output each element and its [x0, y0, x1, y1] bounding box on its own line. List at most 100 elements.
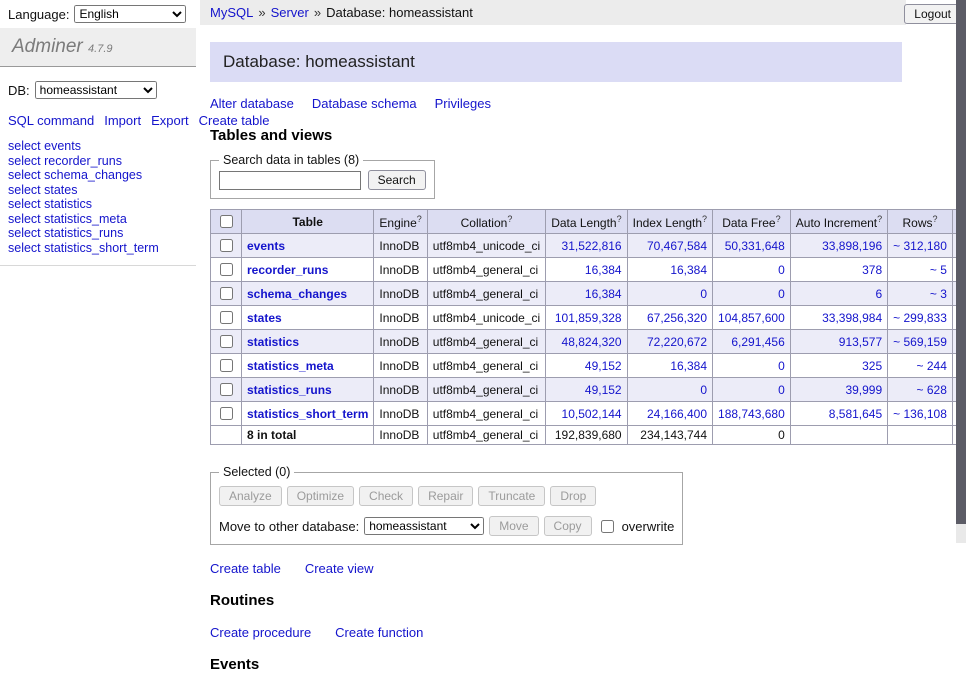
rows-link[interactable]: ~ 3	[930, 287, 947, 301]
select-schema-changes-link[interactable]: select schema_changes	[8, 168, 196, 183]
overwrite-checkbox[interactable]	[601, 520, 614, 533]
copy-button[interactable]: Copy	[544, 516, 592, 536]
repair-button[interactable]: Repair	[418, 486, 473, 506]
optimize-button[interactable]: Optimize	[287, 486, 354, 506]
drop-button[interactable]: Drop	[550, 486, 596, 506]
sql-command-link[interactable]: SQL command	[8, 113, 94, 128]
truncate-button[interactable]: Truncate	[478, 486, 545, 506]
select-statistics-link[interactable]: select statistics	[8, 197, 196, 212]
rows-link[interactable]: ~ 136,108	[893, 407, 947, 421]
breadcrumb-item[interactable]: MySQL	[210, 5, 253, 20]
data-free-link[interactable]: 0	[778, 263, 785, 277]
column-help-icon[interactable]: ?	[617, 214, 622, 224]
data-free-link[interactable]: 0	[778, 359, 785, 373]
row-checkbox[interactable]	[220, 383, 233, 396]
table-name-link[interactable]: statistics_short_term	[247, 407, 368, 421]
table-name-link[interactable]: statistics	[247, 335, 299, 349]
data-length-link[interactable]: 49,152	[585, 383, 622, 397]
table-name-link[interactable]: states	[247, 311, 282, 325]
index-length-link[interactable]: 0	[700, 287, 707, 301]
create-function-link[interactable]: Create function	[335, 625, 423, 640]
auto-increment-link[interactable]: 33,898,196	[822, 239, 882, 253]
rows-link[interactable]: ~ 312,180	[893, 239, 947, 253]
alter-database-link[interactable]: Alter database	[210, 96, 294, 111]
auto-increment-link[interactable]: 325	[862, 359, 882, 373]
table-name-link[interactable]: statistics_meta	[247, 359, 334, 373]
index-length-link[interactable]: 24,166,400	[647, 407, 707, 421]
check-button[interactable]: Check	[359, 486, 413, 506]
data-free-link[interactable]: 0	[778, 287, 785, 301]
db-select[interactable]: homeassistant	[35, 81, 157, 99]
index-length-link[interactable]: 0	[700, 383, 707, 397]
table-name-link[interactable]: recorder_runs	[247, 263, 328, 277]
data-free-link[interactable]: 0	[778, 383, 785, 397]
data-length-link[interactable]: 101,859,328	[555, 311, 622, 325]
table-name-link[interactable]: events	[247, 239, 285, 253]
create-procedure-link[interactable]: Create procedure	[210, 625, 311, 640]
select-events-link[interactable]: select events	[8, 139, 196, 154]
column-help-icon[interactable]: ?	[933, 214, 938, 224]
row-checkbox[interactable]	[220, 287, 233, 300]
data-free-link[interactable]: 104,857,600	[718, 311, 785, 325]
index-length-link[interactable]: 70,467,584	[647, 239, 707, 253]
column-help-icon[interactable]: ?	[776, 214, 781, 224]
search-button[interactable]: Search	[368, 170, 426, 190]
export-link[interactable]: Export	[151, 113, 189, 128]
rows-link[interactable]: ~ 628	[917, 383, 947, 397]
row-checkbox[interactable]	[220, 239, 233, 252]
column-help-icon[interactable]: ?	[417, 214, 422, 224]
rows-link[interactable]: ~ 299,833	[893, 311, 947, 325]
breadcrumb-item[interactable]: Server	[271, 5, 309, 20]
select-statistics-short-term-link[interactable]: select statistics_short_term	[8, 241, 196, 256]
index-length-link[interactable]: 16,384	[670, 263, 707, 277]
select-recorder-runs-link[interactable]: select recorder_runs	[8, 154, 196, 169]
column-help-icon[interactable]: ?	[507, 214, 512, 224]
search-input[interactable]	[219, 171, 361, 190]
data-length-link[interactable]: 49,152	[585, 359, 622, 373]
row-checkbox[interactable]	[220, 407, 233, 420]
data-length-link[interactable]: 16,384	[585, 263, 622, 277]
row-checkbox[interactable]	[220, 263, 233, 276]
auto-increment-link[interactable]: 913,577	[839, 335, 882, 349]
row-checkbox[interactable]	[220, 335, 233, 348]
auto-increment-link[interactable]: 6	[875, 287, 882, 301]
scrollbar-thumb[interactable]	[956, 0, 966, 524]
create-view-link[interactable]: Create view	[305, 561, 374, 576]
column-help-icon[interactable]: ?	[877, 214, 882, 224]
row-checkbox[interactable]	[220, 311, 233, 324]
select-statistics-runs-link[interactable]: select statistics_runs	[8, 226, 196, 241]
data-length-link[interactable]: 10,502,144	[562, 407, 622, 421]
analyze-button[interactable]: Analyze	[219, 486, 282, 506]
index-length-link[interactable]: 72,220,672	[647, 335, 707, 349]
data-length-link[interactable]: 48,824,320	[562, 335, 622, 349]
data-free-link[interactable]: 50,331,648	[725, 239, 785, 253]
data-free-link[interactable]: 188,743,680	[718, 407, 785, 421]
row-checkbox[interactable]	[220, 359, 233, 372]
auto-increment-link[interactable]: 39,999	[845, 383, 882, 397]
language-select[interactable]: English	[74, 5, 186, 23]
table-name-link[interactable]: schema_changes	[247, 287, 347, 301]
data-length-link[interactable]: 16,384	[585, 287, 622, 301]
select-states-link[interactable]: select states	[8, 183, 196, 198]
column-help-icon[interactable]: ?	[702, 214, 707, 224]
table-name-link[interactable]: statistics_runs	[247, 383, 332, 397]
create-table-link[interactable]: Create table	[210, 561, 281, 576]
index-length-link[interactable]: 16,384	[670, 359, 707, 373]
database-schema-link[interactable]: Database schema	[312, 96, 417, 111]
select-all-checkbox[interactable]	[220, 215, 233, 228]
auto-increment-link[interactable]: 378	[862, 263, 882, 277]
auto-increment-link[interactable]: 8,581,645	[829, 407, 882, 421]
data-length-link[interactable]: 31,522,816	[562, 239, 622, 253]
scrollbar[interactable]	[956, 0, 966, 543]
rows-link[interactable]: ~ 244	[917, 359, 947, 373]
move-db-select[interactable]: homeassistant	[364, 517, 484, 535]
select-statistics-meta-link[interactable]: select statistics_meta	[8, 212, 196, 227]
rows-link[interactable]: ~ 569,159	[893, 335, 947, 349]
rows-link[interactable]: ~ 5	[930, 263, 947, 277]
auto-increment-link[interactable]: 33,398,984	[822, 311, 882, 325]
import-link[interactable]: Import	[104, 113, 141, 128]
privileges-link[interactable]: Privileges	[435, 96, 491, 111]
data-free-link[interactable]: 6,291,456	[731, 335, 784, 349]
move-button[interactable]: Move	[489, 516, 538, 536]
index-length-link[interactable]: 67,256,320	[647, 311, 707, 325]
